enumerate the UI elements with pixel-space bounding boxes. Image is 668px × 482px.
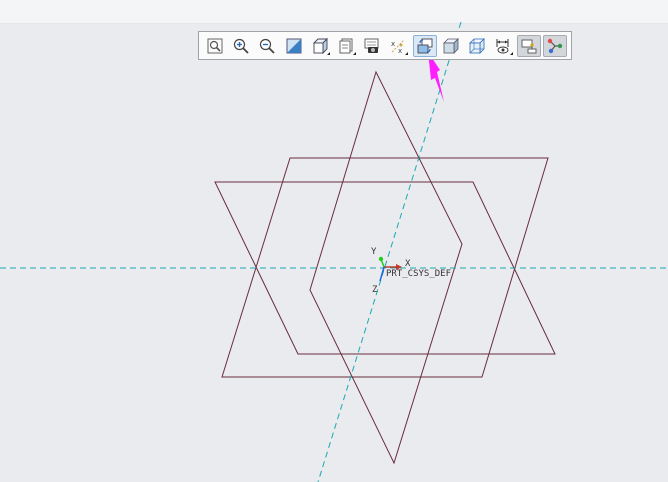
connection-icon [548, 38, 563, 53]
flyout-indicator-icon [510, 51, 514, 55]
view-manager-button[interactable] [334, 35, 358, 57]
connection-button[interactable] [543, 34, 568, 57]
appearance-manager-icon [364, 38, 379, 53]
csys-axis-z-label: Z [372, 285, 378, 295]
csys-triad[interactable]: Y X Z PRT_CSYS_DEF [371, 247, 451, 295]
flyout-indicator-icon [405, 51, 409, 55]
shading-button[interactable] [439, 35, 463, 57]
datum-axis-inclined[interactable] [317, 21, 462, 482]
reorient-icon [417, 38, 432, 53]
zoom-in-button[interactable] [229, 35, 253, 57]
spin-center-button[interactable] [517, 34, 542, 57]
spin-center-icon [521, 39, 537, 53]
display-style-wireframe-icon [468, 37, 485, 54]
repaint-icon [286, 38, 302, 53]
graphics-toolbar: x x [198, 31, 572, 60]
svg-text:x: x [398, 47, 402, 55]
graphics-area[interactable]: Y X Z PRT_CSYS_DEF [0, 0, 668, 482]
flyout-indicator-icon [326, 51, 330, 55]
svg-text:x: x [391, 40, 395, 48]
display-style-shading-icon [442, 37, 459, 54]
refit-button[interactable] [203, 35, 227, 57]
reorient-button[interactable] [412, 34, 437, 57]
appearance-manager-button[interactable] [360, 35, 384, 57]
datum-display-filter-button[interactable]: x x [386, 35, 410, 57]
zoom-out-icon [260, 38, 276, 54]
annotation-display-button[interactable] [491, 35, 515, 57]
saved-orientations-button[interactable] [308, 35, 332, 57]
zoom-in-icon [234, 38, 249, 54]
wireframe-button[interactable] [465, 35, 489, 57]
csys-axis-x-label: X [405, 259, 411, 269]
repaint-button[interactable] [282, 35, 306, 57]
flyout-indicator-icon [352, 51, 356, 55]
csys-axis-y-label: Y [371, 247, 377, 257]
zoom-out-button[interactable] [255, 35, 279, 57]
csys-name-label: PRT_CSYS_DEF [386, 269, 451, 279]
refit-icon [207, 38, 223, 53]
